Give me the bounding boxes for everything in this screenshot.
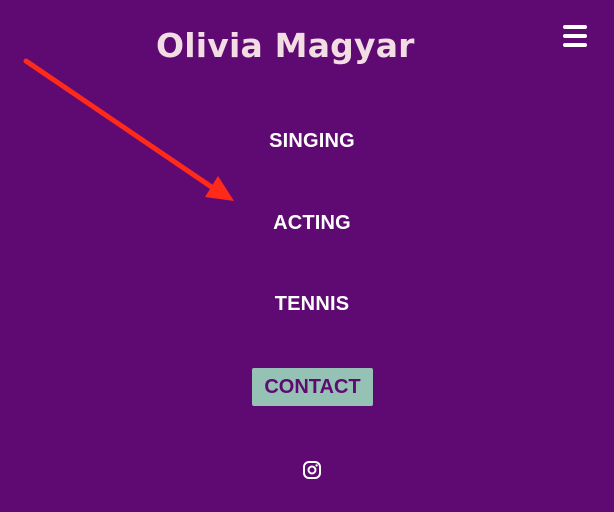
nav-link-acting[interactable]: ACTING xyxy=(0,212,614,235)
contact-button[interactable]: CONTACT xyxy=(252,368,373,406)
site-title: Olivia Magyar xyxy=(156,26,415,65)
main-nav: SINGING ACTING TENNIS CONTACT xyxy=(0,0,614,512)
nav-link-singing[interactable]: SINGING xyxy=(0,130,614,153)
nav-link-tennis[interactable]: TENNIS xyxy=(0,293,614,316)
hamburger-menu-icon[interactable] xyxy=(560,24,590,50)
instagram-icon[interactable] xyxy=(302,460,322,480)
annotation-arrow xyxy=(23,58,234,201)
